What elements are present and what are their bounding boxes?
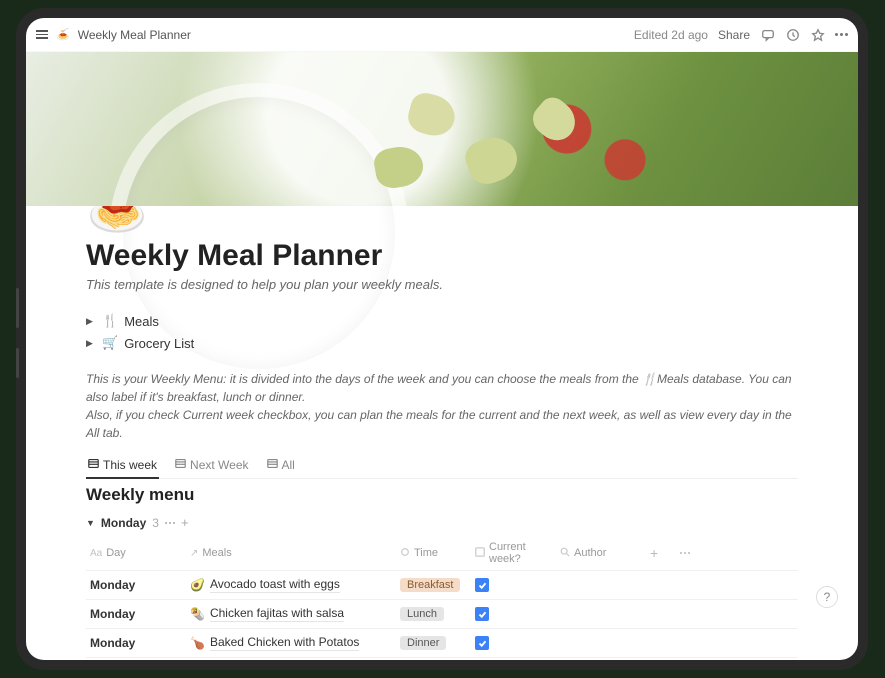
cell-current-week[interactable] bbox=[471, 629, 556, 657]
breadcrumb-title[interactable]: Weekly Meal Planner bbox=[78, 28, 191, 42]
cell-author[interactable] bbox=[556, 600, 646, 628]
group-more-icon[interactable] bbox=[165, 522, 175, 524]
cell-day[interactable]: Monday bbox=[86, 571, 186, 599]
chevron-right-icon: ▶ bbox=[86, 316, 96, 327]
checkbox-checked[interactable] bbox=[475, 607, 489, 621]
favorite-star-icon[interactable] bbox=[810, 27, 825, 42]
add-column-button[interactable]: + bbox=[646, 536, 676, 570]
database-title[interactable]: Weekly menu bbox=[86, 485, 798, 505]
chevron-down-icon[interactable]: ▼ bbox=[86, 518, 95, 528]
time-tag: Breakfast bbox=[400, 578, 460, 592]
cell-meal[interactable]: 🌯 Chicken fajitas with salsa bbox=[186, 600, 396, 628]
cell-author[interactable] bbox=[556, 571, 646, 599]
select-icon bbox=[400, 547, 410, 560]
help-button[interactable]: ? bbox=[816, 586, 838, 608]
cell-day[interactable]: Monday bbox=[86, 629, 186, 657]
checkbox-checked[interactable] bbox=[475, 578, 489, 592]
comments-icon[interactable] bbox=[760, 27, 775, 42]
group-add-button[interactable]: + bbox=[181, 515, 189, 530]
list-view-icon bbox=[175, 458, 186, 472]
tab-next-week[interactable]: Next Week bbox=[173, 454, 250, 478]
chevron-right-icon: ▶ bbox=[86, 338, 96, 349]
group-name[interactable]: Monday bbox=[101, 516, 146, 530]
toggle-label: Grocery List bbox=[124, 336, 194, 351]
toggle-item-meals[interactable]: ▶ 🍴 Meals bbox=[86, 310, 798, 332]
page-emoji[interactable]: 🍝 bbox=[86, 206, 142, 235]
tab-this-week[interactable]: This week bbox=[86, 454, 159, 478]
doc-emoji: 🍝 bbox=[56, 28, 70, 41]
toggle-list: ▶ 🍴 Meals▶ 🛒 Grocery List bbox=[86, 310, 798, 354]
table-row[interactable]: Monday 🍗 Baked Chicken with Potatos Dinn… bbox=[86, 629, 798, 658]
column-options-button[interactable] bbox=[676, 536, 706, 570]
table-row[interactable]: Monday 🥑 Avocado toast with eggs Breakfa… bbox=[86, 571, 798, 600]
tab-label: All bbox=[282, 458, 295, 472]
cover-image[interactable] bbox=[26, 52, 858, 206]
cell-author[interactable] bbox=[556, 629, 646, 657]
description-text[interactable]: This is your Weekly Menu: it is divided … bbox=[86, 370, 798, 442]
meal-name: Chicken fajitas with salsa bbox=[210, 606, 344, 622]
cell-meal[interactable]: 🍗 Baked Chicken with Potatos bbox=[186, 629, 396, 657]
meal-emoji: 🌯 bbox=[190, 607, 205, 621]
checkbox-icon bbox=[475, 547, 485, 560]
time-tag: Dinner bbox=[400, 636, 446, 650]
column-header-time[interactable]: Time bbox=[396, 536, 471, 570]
meal-emoji: 🍗 bbox=[190, 636, 205, 650]
search-icon bbox=[560, 547, 570, 560]
tab-label: Next Week bbox=[190, 458, 248, 472]
checkbox-checked[interactable] bbox=[475, 636, 489, 650]
toggle-emoji: 🍴 bbox=[102, 313, 118, 329]
more-menu-icon[interactable] bbox=[835, 33, 848, 36]
column-header-meals[interactable]: ↗Meals bbox=[186, 536, 396, 570]
list-view-icon bbox=[267, 458, 278, 472]
group-header-monday: ▼ Monday 3 + bbox=[86, 515, 798, 530]
toggle-emoji: 🛒 bbox=[102, 335, 118, 351]
cell-time[interactable]: Breakfast bbox=[396, 571, 471, 599]
cell-time[interactable]: Dinner bbox=[396, 629, 471, 657]
column-header-current-week[interactable]: Current week? bbox=[471, 536, 556, 570]
cell-time[interactable]: Lunch bbox=[396, 600, 471, 628]
cell-current-week[interactable] bbox=[471, 600, 556, 628]
page-intro[interactable]: This template is designed to help you pl… bbox=[86, 277, 798, 292]
meal-name: Baked Chicken with Potatos bbox=[210, 635, 359, 651]
table-header-row: AaDay ↗Meals Time Current week? Author + bbox=[86, 536, 798, 571]
column-header-author[interactable]: Author bbox=[556, 536, 646, 570]
hamburger-menu-icon[interactable] bbox=[36, 30, 48, 39]
add-row-button[interactable]: +New bbox=[86, 658, 798, 660]
list-view-icon bbox=[88, 458, 99, 472]
share-button[interactable]: Share bbox=[718, 28, 750, 42]
column-header-day[interactable]: AaDay bbox=[86, 536, 186, 570]
table-row[interactable]: Monday 🌯 Chicken fajitas with salsa Lunc… bbox=[86, 600, 798, 629]
group-count: 3 bbox=[152, 516, 159, 530]
toggle-item-grocery-list[interactable]: ▶ 🛒 Grocery List bbox=[86, 332, 798, 354]
toggle-label: Meals bbox=[124, 314, 159, 329]
tab-all[interactable]: All bbox=[265, 454, 297, 478]
time-tag: Lunch bbox=[400, 607, 444, 621]
tab-label: This week bbox=[103, 458, 157, 472]
text-type-icon: Aa bbox=[90, 548, 102, 559]
page-title[interactable]: Weekly Meal Planner bbox=[86, 239, 798, 273]
relation-icon: ↗ bbox=[190, 548, 198, 559]
updates-icon[interactable] bbox=[785, 27, 800, 42]
cell-day[interactable]: Monday bbox=[86, 600, 186, 628]
cell-current-week[interactable] bbox=[471, 571, 556, 599]
edited-timestamp: Edited 2d ago bbox=[634, 28, 708, 42]
cell-meal[interactable]: 🥑 Avocado toast with eggs bbox=[186, 571, 396, 599]
meal-name: Avocado toast with eggs bbox=[210, 577, 340, 593]
database-tabs: This week Next Week All bbox=[86, 454, 798, 479]
meal-emoji: 🥑 bbox=[190, 578, 205, 592]
topbar: 🍝 Weekly Meal Planner Edited 2d ago Shar… bbox=[26, 18, 858, 52]
